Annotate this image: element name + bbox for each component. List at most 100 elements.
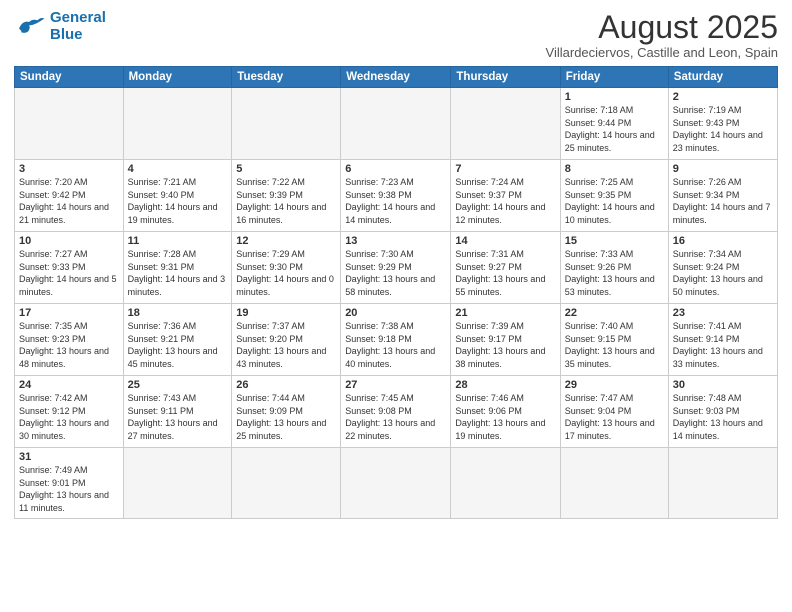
- table-row: 5Sunrise: 7:22 AM Sunset: 9:39 PM Daylig…: [232, 160, 341, 232]
- day-info: Sunrise: 7:31 AM Sunset: 9:27 PM Dayligh…: [455, 248, 555, 298]
- calendar: Sunday Monday Tuesday Wednesday Thursday…: [14, 66, 778, 518]
- table-row: 19Sunrise: 7:37 AM Sunset: 9:20 PM Dayli…: [232, 304, 341, 376]
- logo: General Blue: [14, 10, 106, 43]
- table-row: [341, 88, 451, 160]
- table-row: 11Sunrise: 7:28 AM Sunset: 9:31 PM Dayli…: [123, 232, 232, 304]
- table-row: [451, 88, 560, 160]
- table-row: 9Sunrise: 7:26 AM Sunset: 9:34 PM Daylig…: [668, 160, 777, 232]
- day-info: Sunrise: 7:43 AM Sunset: 9:11 PM Dayligh…: [128, 392, 228, 442]
- table-row: 1Sunrise: 7:18 AM Sunset: 9:44 PM Daylig…: [560, 88, 668, 160]
- table-row: [123, 88, 232, 160]
- day-number: 24: [19, 379, 119, 391]
- day-number: 13: [345, 235, 446, 247]
- day-info: Sunrise: 7:39 AM Sunset: 9:17 PM Dayligh…: [455, 320, 555, 370]
- day-info: Sunrise: 7:26 AM Sunset: 9:34 PM Dayligh…: [673, 176, 773, 226]
- col-wednesday: Wednesday: [341, 67, 451, 88]
- day-number: 7: [455, 163, 555, 175]
- table-row: 4Sunrise: 7:21 AM Sunset: 9:40 PM Daylig…: [123, 160, 232, 232]
- day-number: 8: [565, 163, 664, 175]
- day-info: Sunrise: 7:23 AM Sunset: 9:38 PM Dayligh…: [345, 176, 446, 226]
- day-number: 4: [128, 163, 228, 175]
- table-row: 13Sunrise: 7:30 AM Sunset: 9:29 PM Dayli…: [341, 232, 451, 304]
- table-row: 29Sunrise: 7:47 AM Sunset: 9:04 PM Dayli…: [560, 376, 668, 448]
- day-info: Sunrise: 7:38 AM Sunset: 9:18 PM Dayligh…: [345, 320, 446, 370]
- day-info: Sunrise: 7:40 AM Sunset: 9:15 PM Dayligh…: [565, 320, 664, 370]
- day-info: Sunrise: 7:19 AM Sunset: 9:43 PM Dayligh…: [673, 104, 773, 154]
- day-number: 25: [128, 379, 228, 391]
- table-row: 16Sunrise: 7:34 AM Sunset: 9:24 PM Dayli…: [668, 232, 777, 304]
- day-info: Sunrise: 7:29 AM Sunset: 9:30 PM Dayligh…: [236, 248, 336, 298]
- day-info: Sunrise: 7:48 AM Sunset: 9:03 PM Dayligh…: [673, 392, 773, 442]
- table-row: [560, 448, 668, 518]
- day-info: Sunrise: 7:18 AM Sunset: 9:44 PM Dayligh…: [565, 104, 664, 154]
- day-info: Sunrise: 7:33 AM Sunset: 9:26 PM Dayligh…: [565, 248, 664, 298]
- day-number: 19: [236, 307, 336, 319]
- logo-icon: [14, 13, 46, 41]
- day-info: Sunrise: 7:46 AM Sunset: 9:06 PM Dayligh…: [455, 392, 555, 442]
- table-row: 23Sunrise: 7:41 AM Sunset: 9:14 PM Dayli…: [668, 304, 777, 376]
- day-info: Sunrise: 7:27 AM Sunset: 9:33 PM Dayligh…: [19, 248, 119, 298]
- day-number: 17: [19, 307, 119, 319]
- col-thursday: Thursday: [451, 67, 560, 88]
- day-info: Sunrise: 7:21 AM Sunset: 9:40 PM Dayligh…: [128, 176, 228, 226]
- day-number: 15: [565, 235, 664, 247]
- day-info: Sunrise: 7:35 AM Sunset: 9:23 PM Dayligh…: [19, 320, 119, 370]
- month-title: August 2025: [546, 10, 778, 45]
- day-number: 23: [673, 307, 773, 319]
- table-row: [232, 448, 341, 518]
- day-number: 14: [455, 235, 555, 247]
- calendar-header-row: Sunday Monday Tuesday Wednesday Thursday…: [15, 67, 778, 88]
- table-row: 24Sunrise: 7:42 AM Sunset: 9:12 PM Dayli…: [15, 376, 124, 448]
- title-block: August 2025 Villardeciervos, Castille an…: [546, 10, 778, 60]
- table-row: [232, 88, 341, 160]
- day-info: Sunrise: 7:25 AM Sunset: 9:35 PM Dayligh…: [565, 176, 664, 226]
- table-row: 27Sunrise: 7:45 AM Sunset: 9:08 PM Dayli…: [341, 376, 451, 448]
- day-info: Sunrise: 7:22 AM Sunset: 9:39 PM Dayligh…: [236, 176, 336, 226]
- day-info: Sunrise: 7:45 AM Sunset: 9:08 PM Dayligh…: [345, 392, 446, 442]
- day-number: 21: [455, 307, 555, 319]
- day-number: 16: [673, 235, 773, 247]
- table-row: 21Sunrise: 7:39 AM Sunset: 9:17 PM Dayli…: [451, 304, 560, 376]
- table-row: 20Sunrise: 7:38 AM Sunset: 9:18 PM Dayli…: [341, 304, 451, 376]
- logo-text: General Blue: [50, 10, 106, 43]
- day-info: Sunrise: 7:28 AM Sunset: 9:31 PM Dayligh…: [128, 248, 228, 298]
- day-info: Sunrise: 7:34 AM Sunset: 9:24 PM Dayligh…: [673, 248, 773, 298]
- day-info: Sunrise: 7:37 AM Sunset: 9:20 PM Dayligh…: [236, 320, 336, 370]
- day-info: Sunrise: 7:47 AM Sunset: 9:04 PM Dayligh…: [565, 392, 664, 442]
- col-sunday: Sunday: [15, 67, 124, 88]
- table-row: 12Sunrise: 7:29 AM Sunset: 9:30 PM Dayli…: [232, 232, 341, 304]
- day-info: Sunrise: 7:41 AM Sunset: 9:14 PM Dayligh…: [673, 320, 773, 370]
- table-row: 18Sunrise: 7:36 AM Sunset: 9:21 PM Dayli…: [123, 304, 232, 376]
- day-info: Sunrise: 7:30 AM Sunset: 9:29 PM Dayligh…: [345, 248, 446, 298]
- day-number: 12: [236, 235, 336, 247]
- col-tuesday: Tuesday: [232, 67, 341, 88]
- day-number: 20: [345, 307, 446, 319]
- day-number: 10: [19, 235, 119, 247]
- table-row: 10Sunrise: 7:27 AM Sunset: 9:33 PM Dayli…: [15, 232, 124, 304]
- day-info: Sunrise: 7:44 AM Sunset: 9:09 PM Dayligh…: [236, 392, 336, 442]
- table-row: [451, 448, 560, 518]
- day-info: Sunrise: 7:42 AM Sunset: 9:12 PM Dayligh…: [19, 392, 119, 442]
- table-row: 25Sunrise: 7:43 AM Sunset: 9:11 PM Dayli…: [123, 376, 232, 448]
- day-number: 31: [19, 451, 119, 463]
- table-row: 14Sunrise: 7:31 AM Sunset: 9:27 PM Dayli…: [451, 232, 560, 304]
- logo-line2: Blue: [50, 26, 83, 43]
- day-number: 11: [128, 235, 228, 247]
- table-row: 17Sunrise: 7:35 AM Sunset: 9:23 PM Dayli…: [15, 304, 124, 376]
- table-row: 7Sunrise: 7:24 AM Sunset: 9:37 PM Daylig…: [451, 160, 560, 232]
- col-monday: Monday: [123, 67, 232, 88]
- day-number: 26: [236, 379, 336, 391]
- table-row: 3Sunrise: 7:20 AM Sunset: 9:42 PM Daylig…: [15, 160, 124, 232]
- table-row: 22Sunrise: 7:40 AM Sunset: 9:15 PM Dayli…: [560, 304, 668, 376]
- table-row: 26Sunrise: 7:44 AM Sunset: 9:09 PM Dayli…: [232, 376, 341, 448]
- day-number: 29: [565, 379, 664, 391]
- day-number: 28: [455, 379, 555, 391]
- day-number: 6: [345, 163, 446, 175]
- table-row: 30Sunrise: 7:48 AM Sunset: 9:03 PM Dayli…: [668, 376, 777, 448]
- table-row: 8Sunrise: 7:25 AM Sunset: 9:35 PM Daylig…: [560, 160, 668, 232]
- table-row: 2Sunrise: 7:19 AM Sunset: 9:43 PM Daylig…: [668, 88, 777, 160]
- day-number: 18: [128, 307, 228, 319]
- day-number: 9: [673, 163, 773, 175]
- day-number: 30: [673, 379, 773, 391]
- table-row: 6Sunrise: 7:23 AM Sunset: 9:38 PM Daylig…: [341, 160, 451, 232]
